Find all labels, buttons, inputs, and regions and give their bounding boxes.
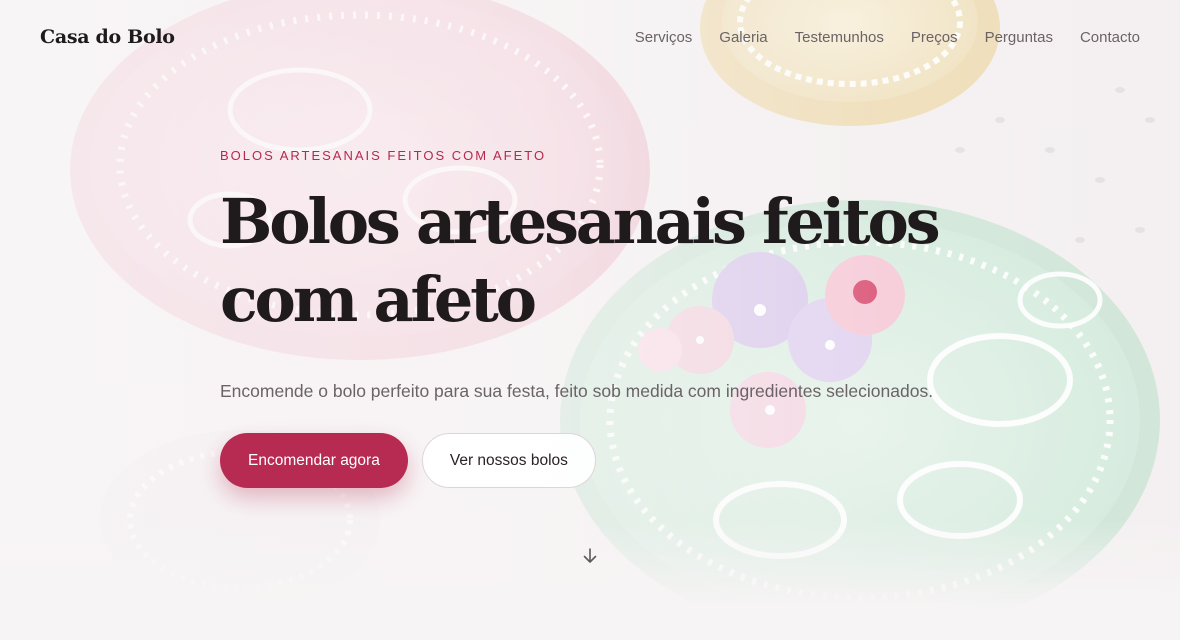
view-cakes-button[interactable]: Ver nossos bolos — [421, 433, 596, 488]
hero-subtitle: Encomende o bolo perfeito para sua festa… — [220, 381, 934, 401]
site-header: Casa do Bolo Serviços Galeria Testemunho… — [40, 22, 1140, 52]
nav-item-galeria[interactable]: Galeria — [719, 29, 767, 46]
arrow-down-icon[interactable] — [580, 546, 600, 566]
hero-eyebrow: BOLOS ARTESANAIS FEITOS COM AFETO — [220, 148, 547, 163]
logo[interactable]: Casa do Bolo — [40, 26, 175, 48]
arrow-down-icon-svg — [583, 548, 597, 563]
hero-title: Bolos artesanais feitos com afeto — [220, 183, 960, 339]
order-now-button[interactable]: Encomendar agora — [220, 433, 408, 488]
hero-section: BOLOS ARTESANAIS FEITOS COM AFETO Bolos … — [220, 148, 980, 488]
nav-item-precos[interactable]: Preços — [911, 29, 958, 46]
hero-title-line-2: com afeto — [220, 263, 537, 336]
nav-item-servicos[interactable]: Serviços — [635, 29, 693, 46]
nav-item-contacto[interactable]: Contacto — [1080, 29, 1140, 46]
hero-cta-group: Encomendar agora Ver nossos bolos — [220, 433, 980, 488]
hero-title-line-1: Bolos artesanais feitos — [220, 185, 941, 258]
nav-item-testemunhos[interactable]: Testemunhos — [795, 29, 884, 46]
hero-bottom-fade — [0, 520, 1180, 640]
nav-item-perguntas[interactable]: Perguntas — [985, 29, 1053, 46]
main-nav: Serviços Galeria Testemunhos Preços Perg… — [635, 29, 1140, 46]
